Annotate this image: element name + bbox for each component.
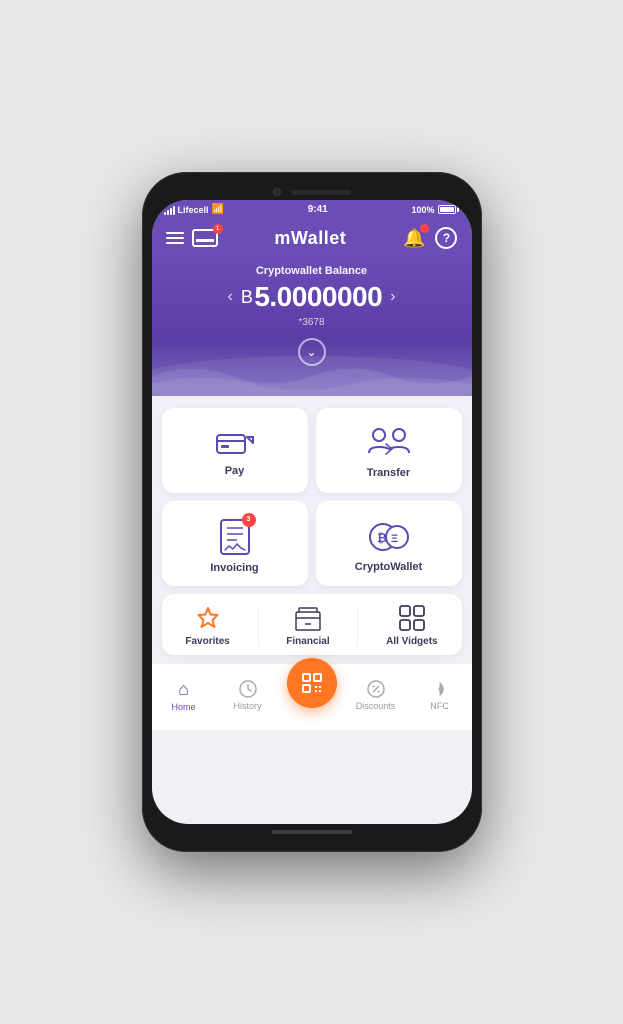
cryptowallet-icon-wrap: ₿ Ξ <box>367 519 411 555</box>
balance-value: 5.0000000 <box>254 281 382 313</box>
wifi-icon: 📶 <box>212 204 224 215</box>
balance-section: Cryptowallet Balance ‹ B 5.0000000 › *36… <box>152 255 472 396</box>
divider <box>258 606 259 646</box>
menu-button[interactable] <box>166 232 184 244</box>
scan-fab-button[interactable] <box>287 658 337 708</box>
next-wallet-button[interactable]: › <box>390 288 395 306</box>
transfer-label: Transfer <box>367 467 410 479</box>
favorites-label: Favorites <box>185 636 229 647</box>
app-header: 1 mWallet 🔔 ? <box>152 219 472 255</box>
nav-nfc-label: NFC <box>430 701 449 711</box>
prev-wallet-button[interactable]: ‹ <box>227 288 232 306</box>
favorites-button[interactable]: Favorites <box>177 604 237 647</box>
balance-row: ‹ B 5.0000000 › <box>172 281 452 313</box>
widget-row: Favorites Financial <box>162 594 462 655</box>
pay-icon <box>215 429 255 459</box>
phone-screen: Lifecell 📶 9:41 100% 1 <box>152 200 472 824</box>
action-grid: Pay Transfer <box>162 408 462 586</box>
header-right: 🔔 ? <box>403 227 457 249</box>
financial-label: Financial <box>286 636 329 647</box>
carrier-name: Lifecell <box>178 205 209 215</box>
status-bar: Lifecell 📶 9:41 100% <box>152 200 472 219</box>
nav-nfc[interactable]: NFC <box>408 679 472 711</box>
phone-bottom-bar <box>152 824 472 840</box>
nav-home[interactable]: ⌂ Home <box>152 679 216 712</box>
balance-amount: B 5.0000000 <box>241 281 382 313</box>
phone-frame: Lifecell 📶 9:41 100% 1 <box>142 172 482 852</box>
invoicing-button[interactable]: 3 Invoicing <box>162 501 308 586</box>
card-badge: 1 <box>213 224 223 234</box>
transfer-icon <box>367 427 411 461</box>
status-time: 9:41 <box>308 204 328 215</box>
divider-2 <box>357 606 358 646</box>
account-number: *3678 <box>172 317 452 328</box>
cryptowallet-label: CryptoWallet <box>355 561 422 573</box>
app-title: mWallet <box>274 228 346 249</box>
financial-icon <box>293 604 323 632</box>
all-vidgets-label: All Vidgets <box>386 636 438 647</box>
main-content: Pay Transfer <box>152 396 472 655</box>
pay-label: Pay <box>225 465 245 477</box>
scan-icon <box>300 671 324 695</box>
nav-scan[interactable] <box>280 670 344 720</box>
balance-label: Cryptowallet Balance <box>172 265 452 277</box>
nav-history[interactable]: History <box>216 679 280 711</box>
home-icon: ⌂ <box>178 679 189 700</box>
wave-decoration <box>152 356 472 396</box>
status-right: 100% <box>411 205 459 215</box>
signal-icon <box>164 205 175 215</box>
nav-discounts-label: Discounts <box>356 701 396 711</box>
pay-button[interactable]: Pay <box>162 408 308 493</box>
bottom-nav: ⌂ Home History <box>152 663 472 730</box>
transfer-button[interactable]: Transfer <box>316 408 462 493</box>
financial-button[interactable]: Financial <box>278 604 337 647</box>
nav-home-label: Home <box>171 702 195 712</box>
nfc-icon <box>430 679 450 699</box>
nav-history-label: History <box>233 701 261 711</box>
history-icon <box>238 679 258 699</box>
header-left: 1 <box>166 229 218 247</box>
battery-percent: 100% <box>411 205 434 215</box>
all-vidgets-icon <box>398 604 426 632</box>
currency-symbol: B <box>241 287 253 308</box>
invoicing-badge: 3 <box>242 513 256 527</box>
notifications-button[interactable]: 🔔 <box>403 228 425 249</box>
cryptowallet-icon: ₿ Ξ <box>367 519 411 555</box>
invoicing-icon-wrap: 3 <box>219 518 251 556</box>
nav-discounts[interactable]: Discounts <box>344 679 408 711</box>
help-button[interactable]: ? <box>435 227 457 249</box>
home-indicator <box>272 830 352 834</box>
phone-top-notch <box>152 182 472 200</box>
svg-text:Ξ: Ξ <box>391 533 398 545</box>
favorites-icon <box>194 604 222 632</box>
transfer-icon-wrap <box>367 427 411 461</box>
battery-icon <box>438 205 459 214</box>
all-vidgets-button[interactable]: All Vidgets <box>378 604 446 647</box>
notification-badge <box>420 224 429 233</box>
pay-icon-wrap <box>215 429 255 459</box>
cryptowallet-button[interactable]: ₿ Ξ CryptoWallet <box>316 501 462 586</box>
card-switcher-button[interactable]: 1 <box>192 229 218 247</box>
expand-balance-button[interactable]: ⌄ <box>298 338 326 366</box>
phone-speaker <box>291 190 351 195</box>
status-left: Lifecell 📶 <box>164 204 224 215</box>
invoicing-label: Invoicing <box>210 562 258 574</box>
phone-camera <box>273 188 281 196</box>
discounts-icon <box>366 679 386 699</box>
